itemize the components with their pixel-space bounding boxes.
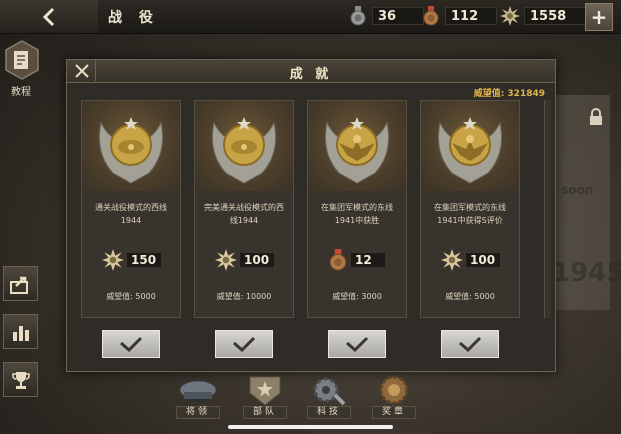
reward-amount: 12 xyxy=(350,252,386,268)
achievement-reward: 100 xyxy=(215,249,275,271)
nav-label: 部队 xyxy=(243,406,287,419)
claim-button[interactable] xyxy=(102,330,160,358)
checkmark-icon xyxy=(459,336,482,352)
officer-cap-icon xyxy=(176,374,220,408)
gear-star-icon xyxy=(500,6,520,26)
nav-label: 科技 xyxy=(307,406,351,419)
achievements-dialog: 成 就 威望值: 321849 通关战役模式的西线 1944 150 威望值: … xyxy=(66,59,556,372)
bronze-medal-counter: 112 xyxy=(421,6,497,26)
army-badge-icon xyxy=(243,374,287,408)
eagle-badge-icon xyxy=(438,117,502,184)
add-resource-button[interactable]: + xyxy=(585,3,613,31)
bg-year-label: 1945 xyxy=(552,258,621,288)
gear-star-icon xyxy=(215,249,237,271)
description-line: 完美通关战役模式的西 xyxy=(204,203,284,212)
back-arrow-icon xyxy=(42,7,55,26)
description-line: 1941中获胜 xyxy=(334,216,380,225)
checkmark-icon xyxy=(346,336,369,352)
dialog-header: 成 就 xyxy=(67,60,555,83)
silver-medal-counter: 36 xyxy=(348,6,424,26)
laurel-badge-icon xyxy=(212,117,276,184)
dialog-title: 成 就 xyxy=(289,67,333,82)
share-icon xyxy=(9,276,28,294)
nav-generals[interactable]: 将领 xyxy=(176,374,220,420)
achievement-reward: 100 xyxy=(441,249,501,271)
share-button[interactable] xyxy=(3,266,38,301)
lock-icon xyxy=(590,108,602,125)
description-line: 在集团军模式的东线 xyxy=(321,203,393,212)
achievement-list[interactable]: 通关战役模式的西线 1944 150 威望值: 5000 完美通关战役模式的西 … xyxy=(81,100,551,318)
achievement-description: 完美通关战役模式的西 线1944 xyxy=(199,201,289,227)
laurel-badge-icon xyxy=(99,117,163,184)
page-title: 战 役 xyxy=(108,10,159,26)
achievement-prestige: 威望值: 3000 xyxy=(332,292,382,301)
achievement-reward: 150 xyxy=(102,249,162,271)
achievement-description: 在集团军模式的东线 1941中获得S评价 xyxy=(425,201,515,227)
gear-star-counter: 1558 xyxy=(500,6,594,26)
checkmark-icon xyxy=(233,336,256,352)
reward-amount: 100 xyxy=(465,252,501,268)
achievement-description: 在集团军模式的东线 1941中获胜 xyxy=(312,201,402,227)
gear-star-icon xyxy=(102,249,124,271)
description-line: 通关战役模式的西线 xyxy=(95,203,167,212)
nav-label: 将领 xyxy=(176,406,220,419)
tutorial-button[interactable] xyxy=(4,40,40,80)
prestige-total: 威望值: 321849 xyxy=(473,89,545,99)
gear-star-count: 1558 xyxy=(524,7,594,25)
stats-icon xyxy=(12,325,29,341)
claim-button[interactable] xyxy=(215,330,273,358)
achievement-card: 完美通关战役模式的西 线1944 100 威望值: 10000 xyxy=(194,100,294,318)
reward-amount: 100 xyxy=(239,252,275,268)
next-card-edge xyxy=(544,100,551,318)
gear-star-icon xyxy=(441,249,463,271)
achievement-card: 通关战役模式的西线 1944 150 威望值: 5000 xyxy=(81,100,181,318)
nav-medals[interactable]: 奖章 xyxy=(372,374,416,420)
tech-gear-icon xyxy=(307,374,351,408)
achievement-prestige: 威望值: 10000 xyxy=(216,292,272,301)
achievement-prestige: 威望值: 5000 xyxy=(106,292,156,301)
bronze-medal-icon xyxy=(329,249,347,271)
claim-button[interactable] xyxy=(328,330,386,358)
description-line: 在集团军模式的东线 xyxy=(434,203,506,212)
achievement-badge-art xyxy=(421,101,519,191)
achievement-badge-art xyxy=(195,101,293,191)
checkmark-icon xyxy=(120,336,143,352)
tutorial-label: 教程 xyxy=(11,87,31,98)
tutorial-icon xyxy=(5,40,39,80)
nav-tech[interactable]: 科技 xyxy=(307,374,351,420)
achievement-description: 通关战役模式的西线 1944 xyxy=(86,201,176,227)
nav-troops[interactable]: 部队 xyxy=(243,374,287,420)
description-line: 1944 xyxy=(120,216,142,225)
silver-medal-icon xyxy=(348,6,368,26)
achievement-card: 在集团军模式的东线 1941中获胜 12 威望值: 3000 xyxy=(307,100,407,318)
achievement-prestige: 威望值: 5000 xyxy=(445,292,495,301)
bronze-medal-icon xyxy=(421,6,441,26)
top-bar: 战 役 36 112 1558 + xyxy=(0,0,621,34)
medal-gear-icon xyxy=(372,374,416,408)
back-button[interactable] xyxy=(0,0,98,33)
description-line: 线1944 xyxy=(229,216,259,225)
achievement-reward: 12 xyxy=(328,249,386,271)
achievement-badge-art xyxy=(308,101,406,191)
nav-label: 奖章 xyxy=(372,406,416,419)
reward-amount: 150 xyxy=(126,252,162,268)
achievement-card: 在集团军模式的东线 1941中获得S评价 100 威望值: 5000 xyxy=(420,100,520,318)
eagle-badge-icon xyxy=(325,117,389,184)
silver-medal-count: 36 xyxy=(372,7,424,25)
stats-button[interactable] xyxy=(3,314,38,349)
bronze-medal-count: 112 xyxy=(445,7,497,25)
claim-button[interactable] xyxy=(441,330,499,358)
achievement-badge-art xyxy=(82,101,180,191)
home-indicator[interactable] xyxy=(228,425,393,429)
description-line: 1941中获得S评价 xyxy=(437,216,503,225)
